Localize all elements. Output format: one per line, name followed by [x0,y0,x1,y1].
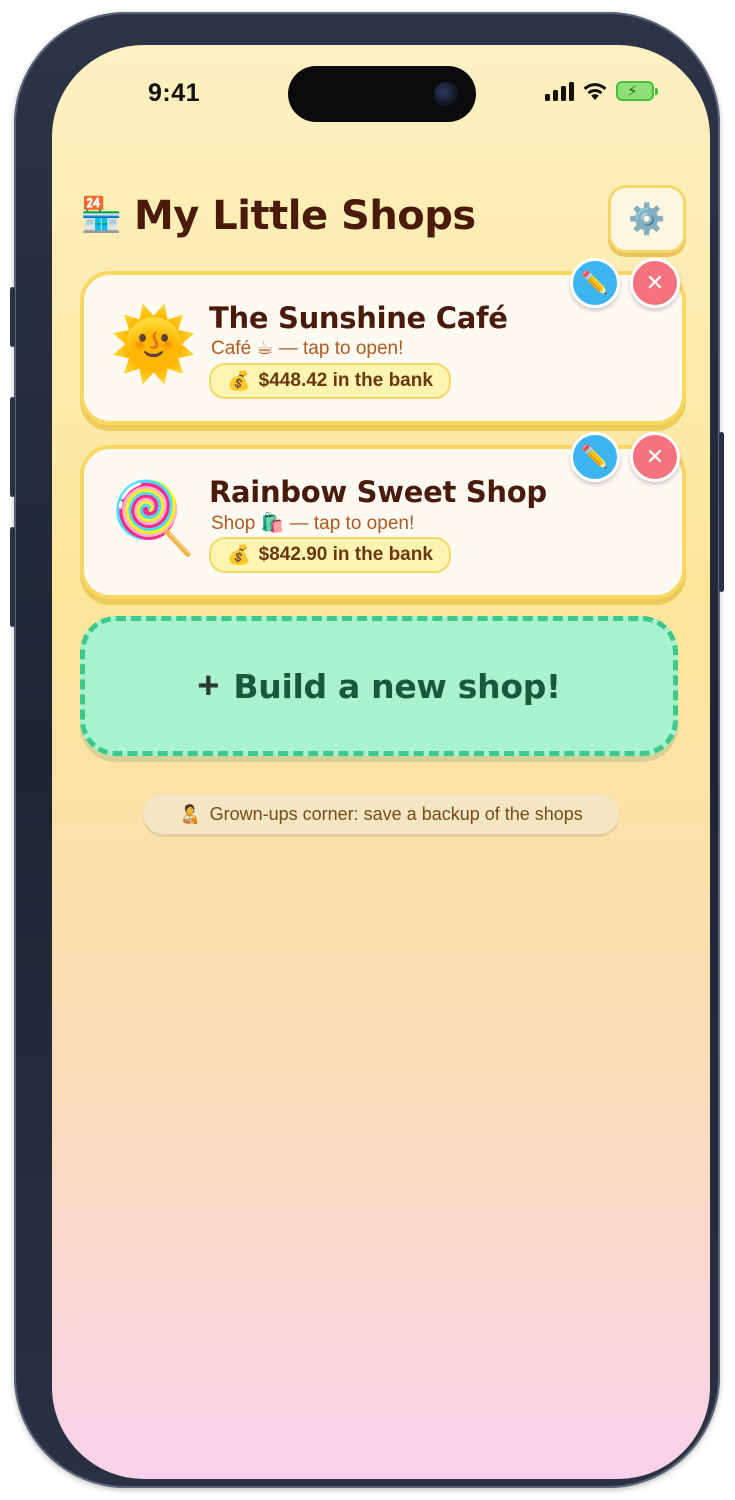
shop-name: The Sunshine Café [209,301,508,335]
close-icon: ✕ [645,270,665,295]
charging-bolt-icon: ⚡ [627,83,638,100]
header: 🏪 My Little Shops ⚙️ [80,185,686,255]
build-new-shop-label: Build a new shop! [233,666,561,706]
bank-balance: $448.42 in the bank [258,370,433,391]
close-icon: ✕ [645,444,665,469]
shop-subtitle: Shop 🛍️ — tap to open! [211,513,415,534]
lollipop-icon: 🍭 [110,479,198,557]
action-button [10,287,15,347]
settings-button[interactable]: ⚙️ [608,185,686,253]
volume-down-button [10,527,15,627]
status-icons: ⚡ [545,81,658,101]
money-bag-icon: 💰 [227,371,251,392]
shop-subtitle: Café ☕ — tap to open! [211,338,404,359]
gear-icon: ⚙️ [628,202,666,236]
pencil-icon: ✏️ [581,444,609,469]
money-bag-icon: 💰 [227,545,251,566]
edit-shop-button[interactable]: ✏️ [570,258,620,308]
wifi-icon [583,83,607,100]
page-title: My Little Shops [134,193,476,239]
pencil-icon: ✏️ [581,270,609,295]
volume-up-button [10,397,15,497]
grown-up-icon: 🧑‍🍼 [179,803,202,824]
plus-icon: + [197,664,220,707]
build-new-shop-button[interactable]: + Build a new shop! [80,616,678,756]
delete-shop-button[interactable]: ✕ [630,258,680,308]
sun-icon: 🌞 [110,305,198,383]
backup-button[interactable]: 🧑‍🍼 Grown-ups corner: save a backup of t… [143,794,619,834]
screen: 9:41 ⚡ 🏪 My Little Shops ⚙️ 🌞 The Sunshi… [52,45,710,1479]
status-bar: 9:41 ⚡ [52,45,710,145]
edit-shop-button[interactable]: ✏️ [570,432,620,482]
power-button [719,432,724,592]
bank-balance-badge: 💰 $842.90 in the bank [209,537,451,573]
backup-label: Grown-ups corner: save a backup of the s… [209,803,583,824]
status-time: 9:41 [148,79,201,107]
battery-icon: ⚡ [616,81,658,101]
cellular-signal-icon [545,81,574,101]
shop-name: Rainbow Sweet Shop [209,475,547,509]
delete-shop-button[interactable]: ✕ [630,432,680,482]
convenience-store-icon: 🏪 [80,196,123,234]
bank-balance-badge: 💰 $448.42 in the bank [209,363,451,399]
dynamic-island [288,66,476,122]
camera-icon [434,82,458,106]
phone-frame: 9:41 ⚡ 🏪 My Little Shops ⚙️ 🌞 The Sunshi… [10,12,724,1488]
bank-balance: $842.90 in the bank [258,544,433,565]
